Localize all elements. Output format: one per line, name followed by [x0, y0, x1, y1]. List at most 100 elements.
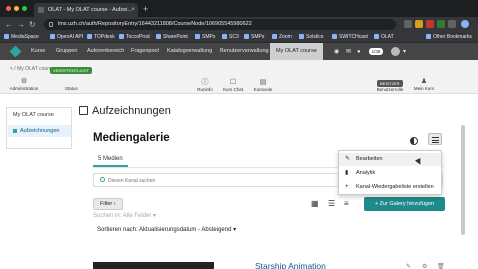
user-avatar[interactable] — [391, 47, 400, 56]
maximize-window-icon[interactable] — [22, 6, 27, 11]
rss-icon[interactable]: ◉ — [334, 49, 339, 55]
lock-icon — [49, 22, 53, 27]
administration-button[interactable]: ⚙ Administration — [4, 77, 44, 91]
chevron-down-icon: ▾ — [153, 213, 157, 219]
bookmark-icon — [119, 34, 124, 39]
add-to-gallery-button[interactable]: + Zur Galery hinzufügen — [364, 197, 445, 211]
bookmark-item[interactable]: Zoom — [272, 32, 292, 43]
breadcrumb[interactable]: < / My OLAT course — [10, 66, 54, 72]
bookmark-item[interactable]: SharePoint — [156, 32, 188, 43]
nav-item-benutzerverwaltung[interactable]: Benutzerverwaltung — [220, 43, 269, 60]
gear-icon[interactable]: ⚙ — [422, 263, 427, 269]
gallery-actions-menu: ✎ Bearbeiten ▮ Analytik + Kanal-Wiederga… — [338, 150, 442, 195]
contrast-icon[interactable] — [410, 137, 418, 145]
reload-icon[interactable]: ↻ — [29, 18, 36, 31]
menu-item-create-playlist[interactable]: + Kanal-Wiedergabeliste erstellen — [339, 181, 441, 194]
bookmark-icon — [244, 34, 249, 39]
nav-item-autorenbereich[interactable]: Autorenbereich — [87, 43, 124, 60]
chevron-down-icon[interactable]: ▾ — [403, 49, 406, 55]
role-badge[interactable]: BESITZER — [377, 80, 403, 87]
back-arrow-icon[interactable]: ← — [5, 18, 13, 31]
mail-icon[interactable]: ✉ — [346, 49, 351, 55]
bookmark-icon — [4, 34, 9, 39]
list-view-icon[interactable]: ☰ — [328, 199, 335, 209]
menu-item-analytik[interactable]: ▮ Analytik — [339, 167, 441, 180]
search-icon — [100, 177, 105, 182]
edit-icon[interactable]: ✎ — [406, 263, 411, 269]
other-bookmarks[interactable]: Other Bookmarks — [426, 32, 472, 43]
bell-icon[interactable]: ● — [357, 49, 361, 55]
filter-button[interactable]: Filter › — [93, 198, 123, 210]
bookmark-item[interactable]: OpenAI API — [50, 32, 83, 43]
bookmark-star-icon[interactable] — [415, 20, 423, 28]
media-icon — [13, 129, 17, 133]
extension-icon[interactable] — [426, 20, 434, 28]
konsoole-button[interactable]: ▤ Konsoole — [243, 78, 283, 92]
close-window-icon[interactable] — [6, 6, 11, 11]
delete-icon[interactable]: 🗑 — [437, 263, 445, 269]
chart-icon: ▮ — [345, 170, 349, 176]
gallery-title: Mediengalerie — [93, 132, 170, 144]
extension-icon[interactable] — [437, 20, 445, 28]
olat-logo-icon[interactable] — [9, 45, 22, 58]
bookmark-icon — [332, 34, 337, 39]
course-menu-root[interactable]: My OLAT course — [13, 112, 54, 118]
user-icon: ♟ — [420, 78, 428, 85]
nav-item-kurse[interactable]: Kurse — [31, 43, 45, 60]
chevron-right-icon: › — [113, 201, 116, 207]
bookmark-item[interactable]: MediaSpace — [4, 32, 39, 43]
my-course-menu[interactable]: ♟ Mein Kurs — [404, 77, 444, 91]
grid-view-icon[interactable]: ▦ — [311, 199, 319, 209]
nav-item-my-olat-course[interactable]: My OLAT course — [270, 43, 323, 60]
profile-avatar-icon[interactable] — [461, 20, 469, 28]
bookmark-item[interactable]: Solstice — [299, 32, 324, 43]
external-link-icon — [79, 106, 88, 115]
search-input[interactable] — [108, 175, 308, 186]
browser-tab[interactable]: OLAT - My OLAT course - Aufzei... × — [34, 3, 138, 17]
minimize-window-icon[interactable] — [14, 6, 19, 11]
new-tab-button[interactable]: + — [143, 3, 148, 15]
media-thumbnail[interactable] — [93, 262, 214, 269]
sort-selector[interactable]: Sortieren nach: Aktualisierungsdatum - A… — [97, 226, 236, 233]
url-field[interactable]: lms.uzh.ch/auth/RepositoryEntry/16443211… — [44, 19, 396, 30]
status-label: Status — [65, 86, 78, 91]
console-icon: ▤ — [259, 79, 267, 86]
close-tab-icon[interactable]: × — [131, 3, 135, 17]
bookmark-item[interactable]: SWITCHcast — [332, 32, 368, 43]
notifications-badge[interactable]: 1/38 — [369, 48, 383, 55]
tab-media[interactable]: 5 Medien — [93, 151, 128, 167]
bookmark-item[interactable]: SMPs — [195, 32, 215, 43]
bookmark-icon — [222, 34, 227, 39]
search-scope-selector[interactable]: Suchen in: Alle Felder ▾ — [93, 212, 156, 219]
bookmark-item[interactable]: SMPs — [244, 32, 264, 43]
url-text: lms.uzh.ch/auth/RepositoryEntry/16443211… — [58, 21, 252, 27]
bookmark-item[interactable]: TOPdesk — [87, 32, 115, 43]
forward-arrow-icon[interactable]: → — [17, 18, 25, 31]
chevron-down-icon: ▾ — [233, 227, 237, 233]
compact-view-icon[interactable]: ≡ — [344, 199, 349, 209]
nav-item-fragenpool[interactable]: Fragenpool — [131, 43, 159, 60]
bookmark-icon — [195, 34, 200, 39]
nav-item-gruppen[interactable]: Gruppen — [56, 43, 77, 60]
bookmark-icon — [50, 34, 55, 39]
menu-item-bearbeiten[interactable]: ✎ Bearbeiten — [339, 153, 441, 166]
nav-item-katalogverwaltung[interactable]: Katalogverwaltung — [167, 43, 212, 60]
bookmark-item[interactable]: SC3 — [222, 32, 239, 43]
status-badge[interactable]: VERÖFFENTLICHT — [50, 67, 92, 74]
bookmark-item[interactable]: ToccoProd — [119, 32, 150, 43]
bookmark-icon — [87, 34, 92, 39]
gear-icon: ⚙ — [20, 78, 28, 85]
bookmark-icon — [374, 34, 379, 39]
media-item-title[interactable]: Starship Animation — [255, 261, 326, 269]
bookmark-item[interactable]: OLAT — [374, 32, 394, 43]
bookmark-icon — [299, 34, 304, 39]
share-icon[interactable] — [404, 20, 412, 28]
browser-tab-strip: OLAT - My OLAT course - Aufzei... × + — [0, 0, 478, 17]
bookmark-icon — [272, 34, 277, 39]
puzzle-icon[interactable] — [448, 20, 456, 28]
course-menu: My OLAT course Aufzeichnungen — [6, 107, 72, 149]
scrollbar[interactable] — [461, 125, 465, 235]
gallery-menu-button[interactable] — [428, 133, 442, 145]
course-menu-item-aufzeichnungen[interactable]: Aufzeichnungen — [8, 125, 71, 137]
bookmarks-bar: MediaSpace OpenAI API TOPdesk ToccoProd … — [0, 32, 478, 43]
